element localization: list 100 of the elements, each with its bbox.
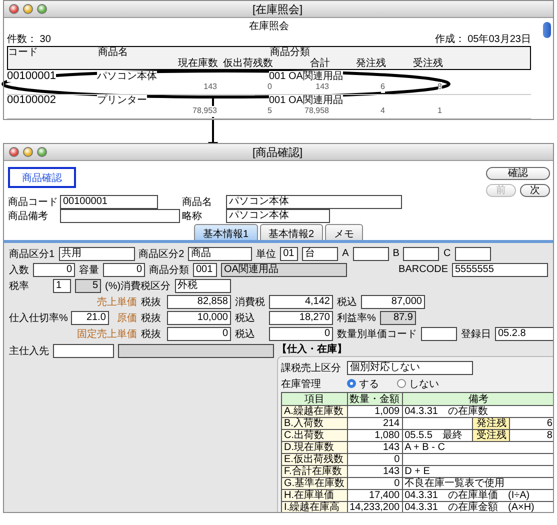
- input-field[interactable]: 商品: [188, 246, 252, 260]
- input-field[interactable]: [352, 246, 389, 260]
- zoom-button[interactable]: [37, 147, 47, 157]
- field-label: 商品分類: [149, 264, 189, 276]
- table-cell: D.現在庫数: [282, 442, 348, 454]
- table-cell: 6: [380, 82, 385, 93]
- column-title: 受注残: [413, 58, 443, 69]
- field-label: 単位: [256, 248, 276, 260]
- field-label: BARCODE: [398, 264, 448, 275]
- field-label: 商品名: [182, 196, 213, 209]
- confirm-button[interactable]: 確認: [486, 167, 550, 180]
- column-header: 項目: [282, 392, 348, 406]
- field-label: 商品区分1: [9, 248, 55, 260]
- note-text: 04.3.31: [404, 406, 438, 417]
- table-cell: A.繰越在庫数: [282, 406, 348, 418]
- input-field[interactable]: 87,000: [361, 294, 425, 308]
- radio-button[interactable]: しない: [397, 376, 439, 390]
- field-label: 商品区分2: [138, 248, 184, 260]
- column-title: 現在庫数: [178, 58, 218, 69]
- note-text: の在庫単価: [448, 490, 498, 501]
- next-button[interactable]: 次: [520, 184, 550, 197]
- input-field[interactable]: 001: [193, 262, 217, 276]
- input-field[interactable]: [421, 326, 457, 340]
- table-cell: G.基準在庫数: [282, 478, 348, 490]
- input-field[interactable]: 00100001: [60, 195, 158, 209]
- field-label: A: [342, 248, 349, 259]
- input-field[interactable]: 0: [33, 262, 75, 276]
- input-field[interactable]: 82,858: [167, 294, 231, 308]
- input-field[interactable]: 共用: [58, 246, 135, 260]
- note-text: (A×H): [508, 502, 534, 512]
- table-cell: C.出荷数: [282, 430, 348, 442]
- input-field[interactable]: 個別対応しない: [347, 360, 473, 374]
- input-field[interactable]: 4,142: [269, 294, 333, 308]
- input-field[interactable]: 05.2.8: [495, 326, 553, 340]
- input-field[interactable]: [60, 209, 180, 223]
- window-title: [商品確認]: [252, 146, 304, 160]
- field-label: 仕入仕切率%: [9, 312, 68, 324]
- table-cell: B.入荷数: [282, 418, 348, 430]
- column-header: 備考: [402, 392, 553, 406]
- tab[interactable]: 基本情報2: [260, 224, 324, 240]
- note-text: の在庫金額: [448, 502, 498, 512]
- report-title: 在庫照会: [249, 21, 289, 32]
- input-field[interactable]: [454, 246, 491, 260]
- field-label: 商品備考: [8, 210, 49, 223]
- input-field[interactable]: 1: [53, 278, 71, 292]
- input-field[interactable]: 外税: [174, 278, 231, 292]
- field-label: C: [443, 248, 451, 259]
- field-label: 税込: [337, 296, 357, 308]
- record-count: 件数： 30: [7, 34, 51, 46]
- field-label: 容量: [79, 264, 99, 276]
- field-label: 商品コード: [8, 196, 59, 209]
- input-field[interactable]: 18,270: [269, 310, 333, 324]
- field-label: 税込: [235, 328, 256, 340]
- input-field[interactable]: 0: [167, 326, 231, 340]
- input-field[interactable]: 10,000: [167, 310, 231, 324]
- screen-badge: 商品確認: [8, 167, 76, 188]
- input-field[interactable]: 台: [302, 246, 338, 260]
- input-field[interactable]: 01: [280, 246, 298, 260]
- readonly-field: OA関連用品: [221, 262, 347, 276]
- tab[interactable]: 基本情報1: [194, 224, 258, 240]
- table-cell: I.繰越在庫高: [282, 502, 348, 512]
- tab[interactable]: メモ: [325, 224, 364, 240]
- price-label: 原価: [117, 312, 137, 324]
- field-label: 利益率%: [337, 312, 376, 324]
- input-field[interactable]: 0: [103, 262, 145, 276]
- table-cell: 14,233,200: [347, 502, 402, 512]
- field-label: 税抜: [141, 296, 162, 308]
- input-field[interactable]: 0: [269, 326, 333, 340]
- table-cell: 1,009: [347, 406, 402, 418]
- scrollbar-thumb[interactable]: [543, 22, 551, 38]
- field-label: 税込: [235, 312, 256, 324]
- zoom-button[interactable]: [37, 4, 47, 14]
- input-field[interactable]: [403, 246, 440, 260]
- table-cell: E.仮出荷残数: [282, 454, 348, 466]
- input-field[interactable]: 5555555: [452, 262, 548, 276]
- column-header: 数量・金額: [347, 392, 402, 406]
- table-cell: 0: [347, 478, 402, 490]
- input-field[interactable]: 21.0: [70, 310, 109, 324]
- field-label: 税抜: [141, 328, 162, 340]
- price-label: 固定売上単価: [77, 328, 137, 340]
- column-title: 仮出荷残数: [223, 58, 273, 69]
- close-button[interactable]: [9, 147, 19, 157]
- table-cell: 1,080: [347, 430, 402, 442]
- input-field[interactable]: [53, 344, 114, 358]
- column-title: 商品分類: [270, 47, 311, 58]
- minimize-button[interactable]: [23, 147, 33, 157]
- table-cell: 001 OA関連用品: [269, 70, 343, 82]
- note-text: (I÷A): [508, 490, 530, 501]
- radio-button[interactable]: する: [347, 376, 379, 390]
- minimize-button[interactable]: [23, 4, 33, 14]
- field-label: 登録日: [461, 328, 491, 340]
- table-cell: 00100001: [7, 70, 56, 82]
- input-field[interactable]: パソコン本体: [226, 209, 330, 223]
- column-title: コード: [8, 47, 39, 58]
- field-label: 税率: [9, 280, 30, 292]
- table-cell: 0: [347, 454, 402, 466]
- input-field[interactable]: パソコン本体: [226, 195, 402, 209]
- close-button[interactable]: [9, 4, 19, 14]
- table-cell: H.在庫単価: [282, 490, 348, 502]
- table-cell: 143: [347, 466, 402, 478]
